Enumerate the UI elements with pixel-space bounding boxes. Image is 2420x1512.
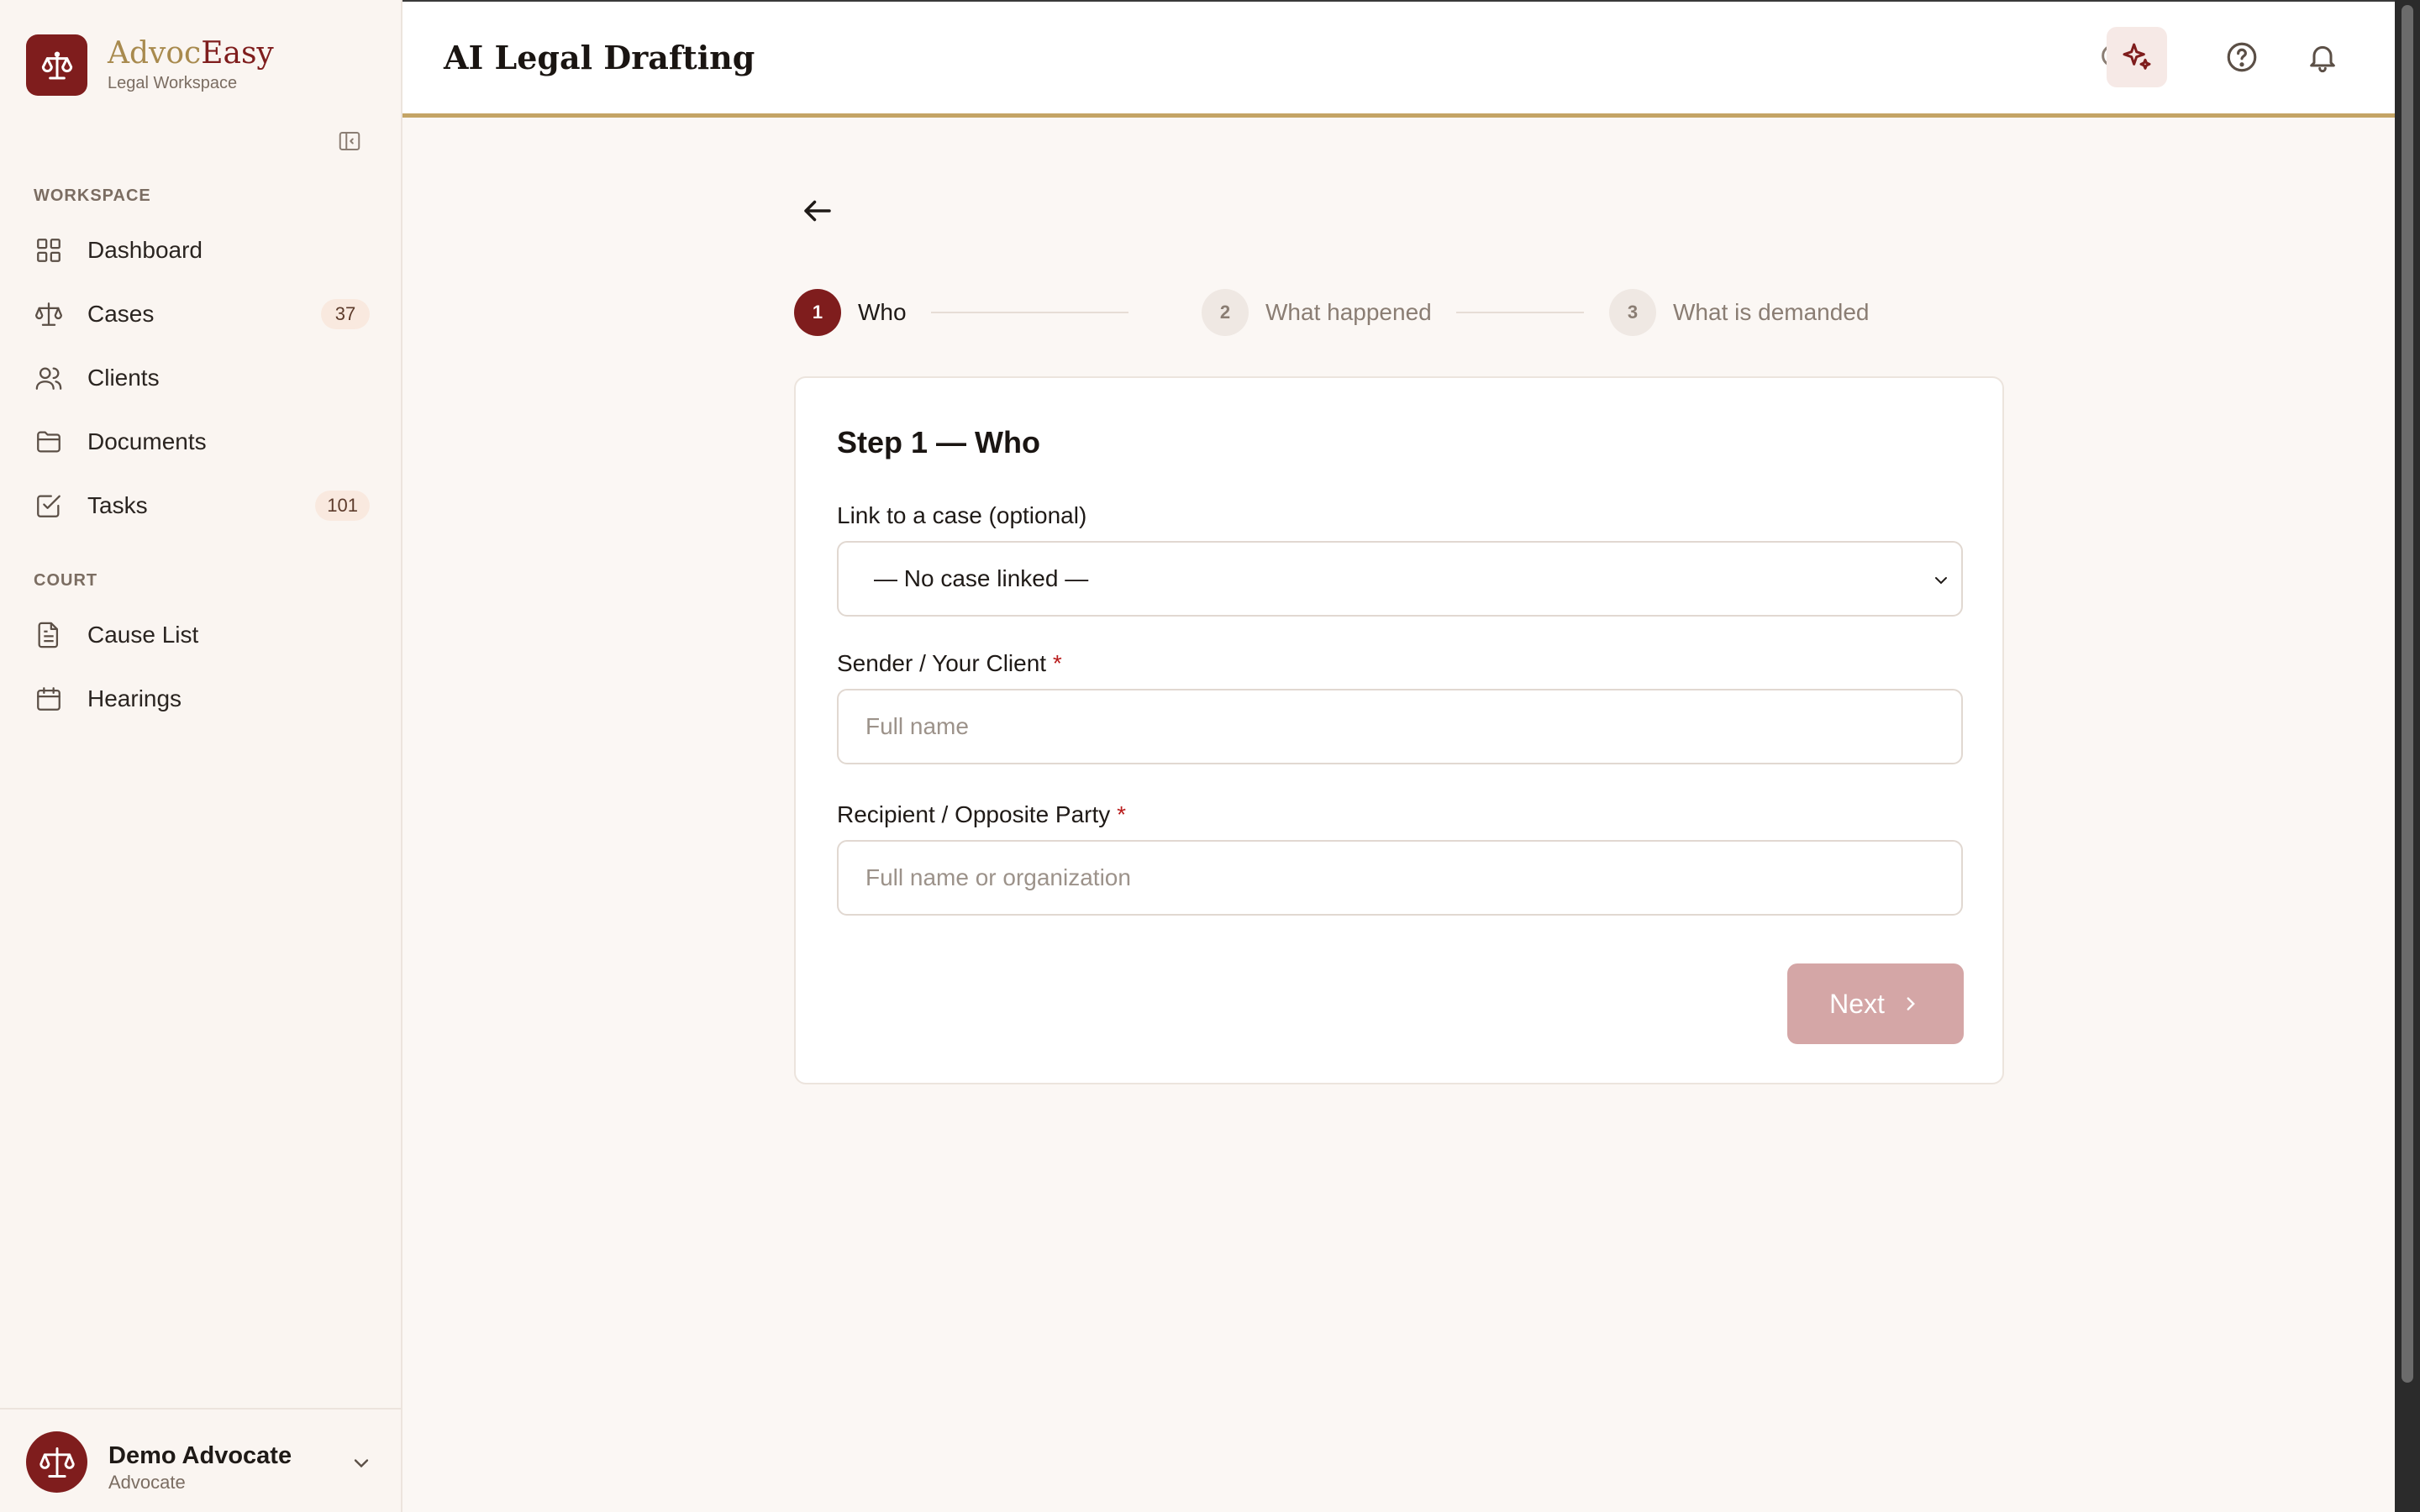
case-link-label: Link to a case (optional)	[837, 502, 1087, 528]
sidebar-item-label: Cause List	[87, 622, 199, 648]
sidebar-collapse-icon[interactable]	[335, 127, 364, 155]
users-icon	[34, 363, 64, 393]
section-label-court: COURT	[34, 571, 98, 590]
sidebar-item-tasks[interactable]: Tasks 101	[34, 482, 370, 529]
chevron-right-icon	[1907, 997, 1915, 1011]
sidebar: AdvocEasy Legal Workspace WORKSPACE Dash…	[0, 0, 402, 1512]
user-role: Advocate	[108, 1472, 186, 1493]
case-select-value: — No case linked —	[874, 565, 1089, 591]
sender-input[interactable]	[839, 690, 1961, 763]
step-number: 3	[1609, 289, 1656, 336]
section-label-workspace: WORKSPACE	[34, 186, 151, 205]
step-1[interactable]: 1 Who	[794, 288, 907, 337]
sidebar-item-label: Cases	[87, 301, 155, 327]
next-button-label: Next	[1829, 988, 1885, 1019]
recipient-field[interactable]	[837, 840, 1963, 916]
step-label: What happened	[1265, 299, 1432, 325]
sidebar-item-cause-list[interactable]: Cause List	[34, 612, 370, 659]
sender-field[interactable]	[837, 689, 1963, 764]
step-label: What is demanded	[1673, 299, 1870, 325]
chevron-down-icon[interactable]	[350, 1452, 373, 1475]
user-name: Demo Advocate	[108, 1442, 292, 1469]
count-badge: 101	[315, 491, 370, 521]
back-button[interactable]	[798, 192, 837, 230]
drafting-form-card: Step 1 — Who Link to a case (optional) —…	[794, 376, 2004, 1084]
wizard-stepper: 1 Who 2 What happened 3 What is demanded	[794, 288, 1870, 339]
sender-label: Sender / Your Client *	[837, 650, 1062, 676]
required-mark: *	[1117, 801, 1126, 827]
form-title: Step 1 — Who	[837, 425, 1040, 459]
step-2[interactable]: 2 What happened	[1202, 288, 1432, 337]
brand[interactable]: AdvocEasy Legal Workspace	[26, 34, 274, 96]
sidebar-item-label: Hearings	[87, 685, 182, 711]
sidebar-item-label: Documents	[87, 428, 207, 454]
avatar	[26, 1431, 87, 1493]
sidebar-item-hearings[interactable]: Hearings	[34, 675, 370, 722]
step-3[interactable]: 3 What is demanded	[1609, 288, 1869, 337]
step-number: 1	[794, 289, 841, 336]
help-icon	[2227, 42, 2257, 72]
notifications-button[interactable]	[2292, 27, 2353, 87]
bell-icon	[2310, 45, 2335, 73]
folder-icon	[34, 427, 64, 457]
sidebar-item-documents[interactable]: Documents	[34, 418, 370, 465]
arrow-left-icon	[804, 200, 831, 222]
step-connector	[931, 312, 1128, 313]
sidebar-item-label: Tasks	[87, 492, 148, 518]
step-connector	[1456, 312, 1584, 313]
page-title: AI Legal Drafting	[444, 39, 755, 76]
document-icon	[34, 620, 64, 650]
scrollbar-thumb[interactable]	[2402, 5, 2413, 1383]
grid-icon	[34, 235, 64, 265]
step-number: 2	[1202, 289, 1249, 336]
sidebar-item-clients[interactable]: Clients	[34, 354, 370, 402]
checkbox-icon	[34, 491, 64, 521]
sidebar-item-label: Clients	[87, 365, 160, 391]
scrollbar[interactable]	[2395, 0, 2420, 1512]
step-label: Who	[858, 299, 907, 325]
sparkles-icon	[2123, 43, 2151, 70]
brand-name: AdvocEasy	[108, 36, 274, 71]
user-menu[interactable]: Demo Advocate Advocate	[0, 1408, 402, 1512]
sidebar-item-dashboard[interactable]: Dashboard	[34, 227, 370, 274]
recipient-input[interactable]	[839, 842, 1961, 914]
recipient-label: Recipient / Opposite Party *	[837, 801, 1126, 827]
sidebar-item-cases[interactable]: Cases 37	[34, 291, 370, 338]
scales-logo-icon	[26, 34, 87, 96]
chevron-down-icon	[1935, 577, 1947, 585]
required-mark: *	[1052, 650, 1062, 676]
scales-icon	[34, 299, 64, 329]
sidebar-item-label: Dashboard	[87, 237, 203, 263]
next-button[interactable]: Next	[1787, 963, 1964, 1044]
calendar-icon	[34, 684, 64, 714]
ai-assistant-button[interactable]	[2107, 27, 2167, 87]
case-select[interactable]: — No case linked —	[837, 541, 1963, 617]
count-badge: 37	[321, 299, 370, 329]
top-header: AI Legal Drafting	[402, 0, 2395, 118]
help-button[interactable]	[2212, 27, 2272, 87]
brand-subtitle: Legal Workspace	[108, 74, 238, 92]
